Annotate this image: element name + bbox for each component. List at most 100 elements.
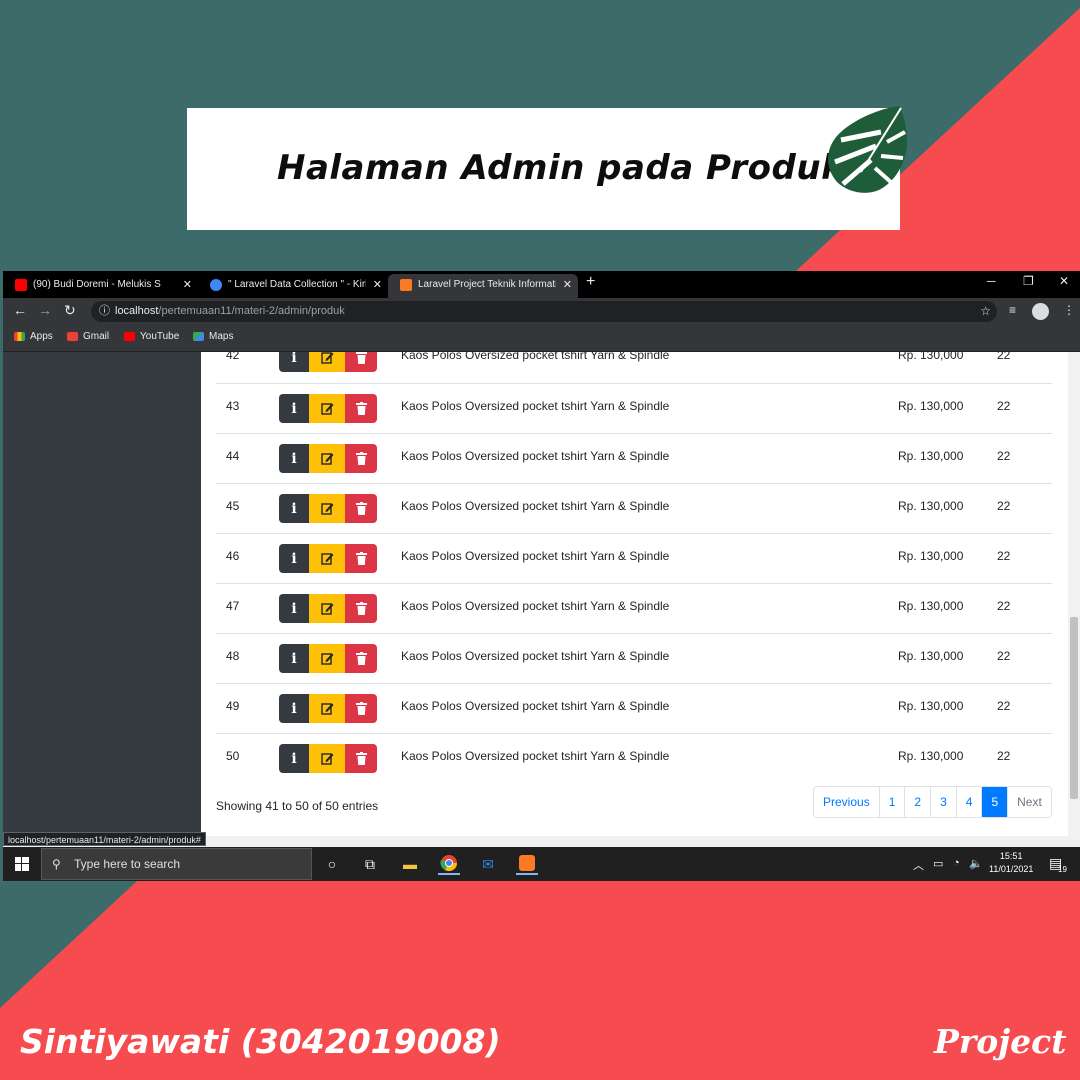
pagination-page-5[interactable]: 5 [982, 787, 1009, 817]
xampp-taskbar-icon[interactable] [516, 853, 538, 875]
taskbar-clock[interactable]: 15:51 11/01/2021 [989, 850, 1033, 876]
close-tab-icon[interactable]: ✕ [563, 274, 572, 296]
chrome-icon[interactable] [438, 853, 460, 875]
tab-label: (90) Budi Doremi - Melukis S [33, 279, 161, 290]
bookmark-gmail[interactable]: Gmail [67, 331, 109, 342]
mail-icon[interactable]: ✉ [477, 853, 499, 875]
title-card: Halaman Admin pada Produk [187, 106, 907, 230]
file-explorer-icon[interactable]: ▬ [399, 853, 421, 875]
info-button[interactable]: i [279, 744, 309, 773]
delete-button[interactable] [345, 544, 377, 573]
edit-button[interactable] [309, 594, 345, 623]
pagination-next[interactable]: Next [1008, 787, 1051, 817]
edit-button[interactable] [309, 352, 345, 372]
back-arrow-icon[interactable]: ← [13, 302, 27, 318]
tab-youtube[interactable]: (90) Budi Doremi - Melukis S ✕ [3, 274, 198, 298]
bookmark-youtube[interactable]: YouTube [124, 331, 179, 342]
tray-chevron-icon[interactable]: ︿ [913, 857, 924, 873]
tab-label: " Laravel Data Collection " - Kirim [228, 279, 366, 290]
delete-button[interactable] [345, 444, 377, 473]
pagination-page-3[interactable]: 3 [931, 787, 957, 817]
trash-icon [355, 552, 367, 565]
delete-button[interactable] [345, 744, 377, 773]
maps-icon [193, 332, 204, 341]
row-number: 47 [226, 599, 240, 613]
info-button[interactable]: i [279, 544, 309, 573]
pagination-page-1[interactable]: 1 [879, 787, 906, 817]
edit-button[interactable] [309, 444, 345, 473]
close-tab-icon[interactable]: ✕ [373, 274, 382, 296]
forward-arrow-icon[interactable]: → [38, 302, 52, 318]
info-button[interactable]: i [279, 394, 309, 423]
delete-button[interactable] [345, 494, 377, 523]
pagination-previous[interactable]: Previous [814, 787, 880, 817]
address-bar[interactable]: ⓘ localhost/pertemuaan11/materi-2/admin/… [91, 301, 997, 322]
table-row: 50 i Kaos Polos Oversized pocket tshirt Ya… [216, 733, 1052, 783]
bookmark-label: Gmail [83, 331, 110, 342]
info-button[interactable]: i [279, 694, 309, 723]
volume-icon[interactable]: 🔈 [969, 857, 983, 870]
delete-button[interactable] [345, 352, 377, 372]
task-view-icon[interactable]: ⧉ [359, 853, 381, 875]
product-name: Kaos Polos Oversized pocket tshirt Yarn … [401, 749, 670, 763]
bookmark-star-icon[interactable]: ☆ [980, 301, 991, 322]
info-icon[interactable]: ⓘ [99, 301, 110, 322]
edit-button[interactable] [309, 744, 345, 773]
table-row: 46 i Kaos Polos Oversized pocket tshirt Ya… [216, 533, 1052, 583]
battery-icon[interactable]: ▭ [933, 857, 943, 870]
delete-button[interactable] [345, 694, 377, 723]
window-close-button[interactable]: ✕ [1059, 274, 1069, 288]
info-button[interactable]: i [279, 352, 309, 372]
entries-info: Showing 41 to 50 of 50 entries [216, 799, 379, 813]
delete-button[interactable] [345, 644, 377, 673]
search-icon: ⚲ [52, 857, 61, 871]
pagination-page-4[interactable]: 4 [956, 787, 983, 817]
bookmark-label: YouTube [140, 331, 180, 342]
new-tab-button[interactable]: + [586, 273, 595, 291]
minimize-button[interactable]: ─ [987, 274, 996, 288]
product-name: Kaos Polos Oversized pocket tshirt Yarn … [401, 649, 670, 663]
product-stock: 22 [997, 549, 1011, 563]
media-control-icon[interactable]: ≡ [1009, 303, 1016, 317]
scrollbar-thumb[interactable] [1070, 617, 1078, 799]
menu-kebab-icon[interactable]: ⋮ [1063, 303, 1075, 317]
tab-laravel-project[interactable]: Laravel Project Teknik Informatika ✕ [388, 274, 578, 298]
youtube-icon [15, 279, 27, 291]
edit-button[interactable] [309, 644, 345, 673]
restore-button[interactable]: ❐ [1023, 274, 1034, 288]
windows-start-icon[interactable] [15, 857, 29, 871]
delete-button[interactable] [345, 394, 377, 423]
vertical-scrollbar[interactable] [1068, 352, 1080, 836]
trash-icon [355, 652, 367, 665]
profile-avatar-icon[interactable] [1032, 303, 1049, 320]
cortana-icon[interactable]: ○ [321, 853, 343, 875]
info-button[interactable]: i [279, 494, 309, 523]
edit-button[interactable] [309, 494, 345, 523]
edit-button[interactable] [309, 394, 345, 423]
taskbar-search-input[interactable]: ⚲ Type here to search [41, 848, 312, 880]
bookmark-apps[interactable]: Apps [14, 331, 53, 342]
delete-button[interactable] [345, 594, 377, 623]
table-row: 42 i Kaos Polos Oversized pocket tshirt Ya… [216, 352, 1052, 383]
wifi-icon[interactable]: ◔ [953, 857, 960, 869]
xampp-icon [400, 279, 412, 291]
info-button[interactable]: i [279, 594, 309, 623]
product-name: Kaos Polos Oversized pocket tshirt Yarn … [401, 599, 670, 613]
bookmark-maps[interactable]: Maps [193, 331, 233, 342]
reload-icon[interactable]: ↻ [64, 302, 76, 319]
row-actions: i [279, 394, 377, 423]
table-row: 45 i Kaos Polos Oversized pocket tshirt Ya… [216, 483, 1052, 533]
pagination-page-2[interactable]: 2 [905, 787, 932, 817]
edit-button[interactable] [309, 694, 345, 723]
pagination: Previous 1 2 3 4 5 Next [813, 786, 1052, 818]
bookmark-label: Apps [30, 331, 53, 342]
status-url: localhost/pertemuaan11/materi-2/admin/pr… [3, 832, 206, 846]
search-placeholder: Type here to search [74, 857, 181, 871]
tab-laravel-collection[interactable]: " Laravel Data Collection " - Kirim ✕ [198, 274, 388, 298]
close-tab-icon[interactable]: ✕ [183, 274, 192, 296]
notification-count: 19 [1058, 865, 1067, 874]
admin-sidebar [3, 352, 201, 836]
edit-button[interactable] [309, 544, 345, 573]
info-button[interactable]: i [279, 644, 309, 673]
info-button[interactable]: i [279, 444, 309, 473]
